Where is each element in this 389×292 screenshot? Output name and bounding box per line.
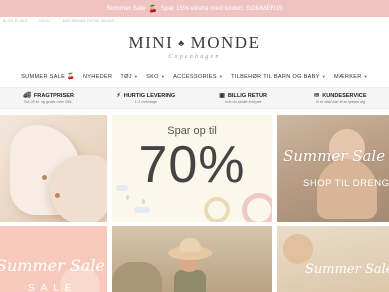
promo-bar[interactable]: Summer Sale 🍒 Spar 15% ekstra med koden:…	[0, 0, 389, 17]
tree-icon: ♣	[178, 38, 186, 48]
nav-item-label: SUMMER SALE	[21, 73, 66, 80]
usp-bar: 🚚︎ FRAGTPRISER Fra 25 kr. og gratis over…	[0, 87, 389, 109]
logo-name-left: MINI	[128, 33, 174, 52]
logo[interactable]: MINI ♣ MONDE Copenhagen	[0, 33, 389, 60]
usp-shipping: 🚚︎ FRAGTPRISER Fra 25 kr. og gratis over…	[0, 88, 97, 108]
usp-delivery: ⚡︎ HURTIG LEVERING 1-3 hverdage	[97, 88, 194, 108]
nav-item-label: ACCESSORIES	[173, 73, 217, 80]
cherry-icon: 🍒	[67, 74, 75, 80]
nav-item-label: TILBEHØR TIL BARN OG BABY	[231, 73, 320, 80]
usp-title: FRAGTPRISER	[33, 92, 74, 99]
banner-title: Summer Sale	[0, 256, 105, 275]
nav-item-sko[interactable]: SKO ▼	[146, 74, 165, 80]
nav-item-label: TØJ	[120, 73, 132, 80]
promo-text-code: Spar 15% ekstra med koden: SOMMER15	[160, 5, 283, 12]
usp-subtitle: 1-3 hverdage	[134, 100, 158, 104]
usp-customer-service: ✉ KUNDESERVICE Vi er altid klar til at h…	[292, 88, 389, 108]
chevron-down-icon: ▼	[321, 74, 326, 79]
utility-link[interactable]: NIVOL	[39, 19, 51, 23]
usp-subtitle: Vi er altid klar til at hjælpe dig	[315, 100, 366, 104]
banner-discount[interactable]: Spar op til 70%	[112, 115, 272, 222]
truck-icon: 🚚︎	[23, 93, 31, 99]
utility-link[interactable]: BLOG PLADS	[3, 19, 27, 23]
usp-title: HURTIG LEVERING	[123, 92, 176, 99]
lightning-icon: ⚡︎	[116, 93, 121, 99]
nav-item-accessories[interactable]: ACCESSORIES ▼	[173, 74, 223, 80]
nav-item-nyheder[interactable]: NYHEDER	[83, 74, 112, 80]
chevron-down-icon: ▼	[133, 74, 139, 79]
promo-text-sale: Summer Sale	[106, 5, 146, 12]
usp-title: KUNDESERVICE	[322, 92, 367, 99]
chevron-down-icon: ▼	[218, 74, 224, 79]
logo-tagline: Copenhagen	[168, 54, 221, 60]
banner-title: Summer Sale	[305, 262, 389, 277]
box-icon: ▣	[219, 93, 225, 99]
utility-link[interactable]: MINI MONDE RETAIL BAZAR	[63, 19, 114, 23]
banner-title: Summer Sale	[283, 147, 386, 165]
nav-item-label: NYHEDER	[82, 73, 113, 80]
banner-sale-boys[interactable]: Summer Sale SHOP TIL DRENG	[277, 115, 389, 222]
nav-item-tilbehor[interactable]: TILBEHØR TIL BARN OG BABY ▼	[231, 74, 326, 80]
utility-links: BLOG PLADS NIVOL MINI MONDE RETAIL BAZAR	[3, 19, 114, 23]
discount-value: 70%	[138, 136, 246, 194]
nav-item-maerker[interactable]: MÆRKER ▼	[334, 74, 368, 80]
logo-name-right: MONDE	[190, 33, 261, 52]
rainbow-graphic	[242, 193, 272, 222]
rainbow-graphic	[204, 197, 230, 222]
chat-icon: ✉	[314, 93, 320, 99]
nav-item-label: MÆRKER	[334, 73, 362, 80]
nav-item-summer-sale[interactable]: SUMMER SALE 🍒	[21, 73, 75, 81]
banner-jacket[interactable]	[0, 115, 107, 222]
banner-sale-bottom-right[interactable]: Summer Sale	[277, 226, 389, 292]
usp-subtitle: hvis du skulle fortryde	[224, 100, 262, 104]
main-nav: SUMMER SALE 🍒 NYHEDER TØJ ▼ SKO ▼ ACCESS…	[0, 69, 389, 84]
nav-item-toj[interactable]: TØJ ▼	[120, 74, 138, 80]
cherry-icon: 🍒	[148, 5, 158, 13]
banner-subtitle: SALE	[28, 283, 78, 292]
nav-item-label: SKO	[146, 73, 159, 80]
usp-title: BILLIG RETUR	[227, 92, 268, 99]
chevron-down-icon: ▼	[363, 74, 368, 79]
banner-sale-left[interactable]: Summer Sale SALE	[0, 226, 107, 292]
banner-girl-hat[interactable]	[112, 226, 272, 292]
usp-returns: ▣ BILLIG RETUR hvis du skulle fortryde	[195, 88, 292, 108]
chevron-down-icon: ▼	[160, 74, 166, 79]
usp-subtitle: Fra 25 kr. og gratis over 399,-	[23, 100, 74, 104]
logo-wordmark[interactable]: MINI ♣ MONDE	[129, 33, 261, 53]
banner-cta[interactable]: SHOP TIL DRENG	[303, 178, 389, 189]
